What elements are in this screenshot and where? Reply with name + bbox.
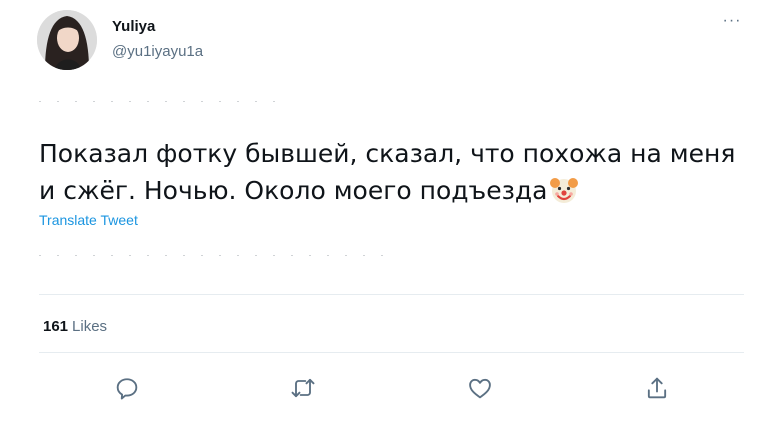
likes-stat[interactable]: 161 Likes [43, 318, 107, 335]
share-button[interactable] [643, 374, 671, 402]
divider [39, 255, 394, 256]
divider [39, 101, 289, 102]
heart-icon [466, 374, 494, 402]
divider [39, 352, 744, 353]
avatar[interactable] [37, 10, 97, 70]
translate-tweet-link[interactable]: Translate Tweet [39, 212, 138, 228]
retweet-button[interactable] [289, 374, 317, 402]
tweet-text: Показал фотку бывшей, сказал, что похожа… [39, 135, 739, 209]
divider [39, 294, 744, 295]
reply-icon [113, 374, 141, 402]
tweet-text-body: Показал фотку бывшей, сказал, что похожа… [39, 139, 736, 205]
like-button[interactable] [466, 374, 494, 402]
more-options-button[interactable]: ··· [718, 13, 746, 36]
user-handle[interactable]: @yu1iyayu1a [112, 43, 203, 60]
retweet-icon [289, 374, 317, 402]
clown-face-icon [549, 175, 579, 205]
share-icon [643, 374, 671, 402]
tweet-card: Yuliya @yu1iyayu1a ··· Показал фотку быв… [0, 0, 763, 421]
likes-label: Likes [72, 318, 108, 335]
reply-button[interactable] [113, 374, 141, 402]
likes-count: 161 [43, 318, 69, 335]
display-name[interactable]: Yuliya [112, 18, 155, 35]
